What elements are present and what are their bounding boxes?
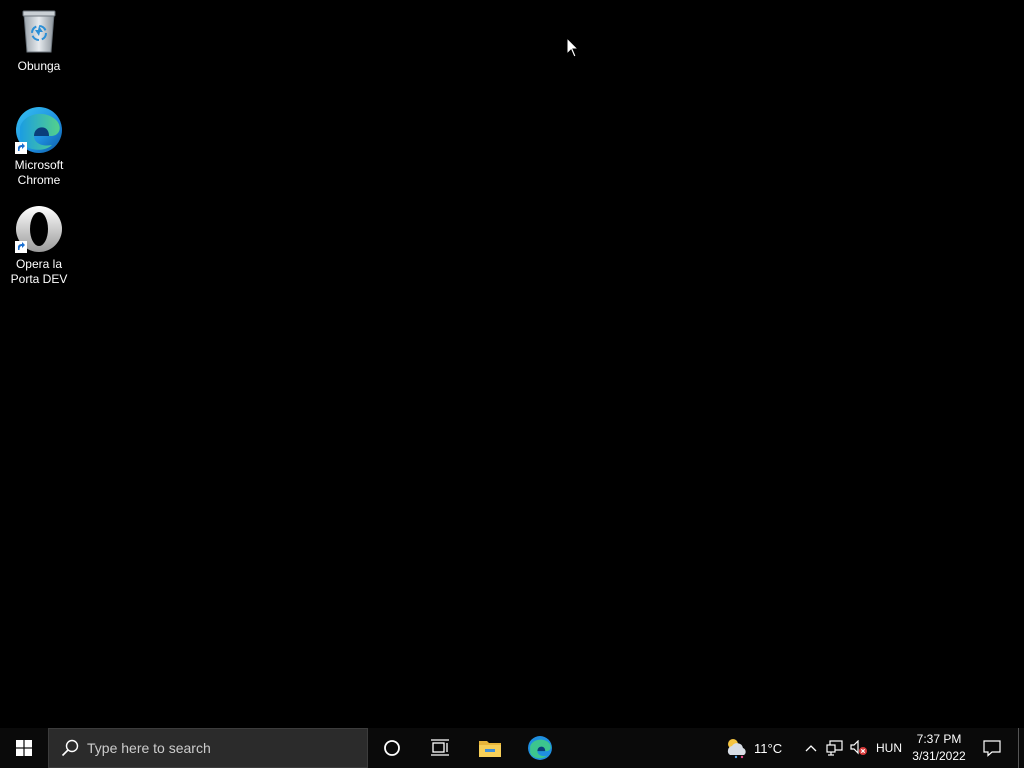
task-view-icon xyxy=(431,739,449,756)
clock-time: 7:37 PM xyxy=(916,732,962,746)
input-language-indicator[interactable]: HUN xyxy=(872,728,906,768)
weather-widget[interactable]: 11°C xyxy=(724,728,800,768)
desktop-icon-microsoft-chrome[interactable]: Microsoft Chrome xyxy=(4,105,74,188)
cortana-button[interactable] xyxy=(368,728,416,768)
folder-icon xyxy=(479,741,501,757)
clock-date: 3/31/2022 xyxy=(912,749,966,763)
search-icon xyxy=(61,739,79,757)
show-desktop-button[interactable] xyxy=(1018,728,1024,768)
network-status-button[interactable] xyxy=(824,728,846,768)
taskbar-search-box[interactable]: Type here to search xyxy=(48,728,368,768)
edge-browser-icon xyxy=(528,736,552,760)
shortcut-arrow-icon xyxy=(15,241,27,253)
chevron-up-icon xyxy=(805,745,817,752)
task-view-button[interactable] xyxy=(416,728,464,768)
start-button[interactable] xyxy=(0,728,48,768)
notification-icon xyxy=(983,740,1001,757)
desktop-icon-obunga[interactable]: Obunga xyxy=(4,6,74,74)
weather-cloud-icon xyxy=(727,739,746,759)
desktop-icon-label: Obunga xyxy=(17,59,61,73)
taskbar: Type here to search 11°C HUN 7:37 PM 3/3… xyxy=(0,728,1024,768)
shortcut-arrow-icon xyxy=(15,142,27,154)
desktop-icon-opera-la-porta-dev[interactable]: Opera la Porta DEV xyxy=(4,204,74,287)
desktop-icon-label: Opera la Porta DEV xyxy=(10,257,68,286)
desktop[interactable]: Obunga Microsoft Chrome Opera la Porta D… xyxy=(0,0,1024,728)
network-icon xyxy=(826,740,843,756)
edge-browser-icon xyxy=(14,105,64,155)
desktop-icon-label: Microsoft Chrome xyxy=(14,158,64,187)
opera-browser-icon xyxy=(14,204,64,254)
weather-temperature: 11°C xyxy=(754,740,783,756)
taskbar-edge[interactable] xyxy=(516,728,564,768)
windows-logo-icon xyxy=(16,740,32,756)
taskbar-file-explorer[interactable] xyxy=(466,728,514,768)
volume-button[interactable] xyxy=(848,728,870,768)
cortana-circle-icon xyxy=(384,740,400,756)
recycle-bin-icon xyxy=(14,6,64,56)
show-hidden-icons-button[interactable] xyxy=(800,728,822,768)
mouse-pointer-icon xyxy=(566,37,580,58)
clock[interactable]: 7:37 PM 3/31/2022 xyxy=(906,728,972,768)
action-center-button[interactable] xyxy=(978,728,1006,768)
volume-muted-icon xyxy=(850,740,867,755)
search-placeholder: Type here to search xyxy=(87,740,211,756)
